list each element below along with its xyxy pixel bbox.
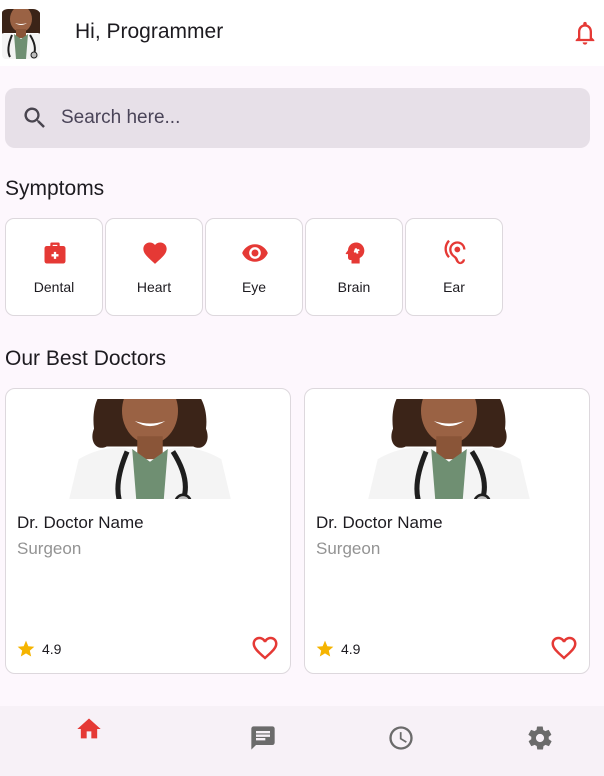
doctor-photo — [365, 399, 533, 499]
symptom-eye[interactable]: Eye — [205, 218, 303, 316]
star-icon — [17, 640, 35, 657]
symptom-brain[interactable]: Brain — [305, 218, 403, 316]
star-icon — [316, 640, 334, 657]
favorite-heart-outline-icon[interactable] — [250, 633, 280, 663]
doctor-name: Dr. Doctor Name — [17, 513, 144, 532]
symptom-label: Brain — [337, 279, 371, 295]
doctor-rating: 4.9 — [42, 641, 62, 657]
chat-icon — [251, 726, 275, 750]
heart-icon — [143, 242, 167, 264]
doctor-photo-icon — [66, 399, 234, 499]
nav-history[interactable] — [361, 706, 441, 776]
symptom-label: Heart — [136, 279, 172, 295]
doctor-card[interactable]: Dr. Doctor Name Surgeon 4.9 — [5, 388, 291, 674]
doctor-rating: 4.9 — [341, 641, 361, 657]
nav-settings[interactable] — [500, 706, 580, 776]
doctor-avatar-icon — [2, 9, 40, 59]
doctor-photo — [66, 399, 234, 499]
search-icon — [24, 107, 45, 128]
doctor-specialty: Surgeon — [17, 539, 82, 558]
symptom-ear[interactable]: Ear — [405, 218, 503, 316]
symptom-dental[interactable]: Dental — [5, 218, 103, 316]
doctor-specialty: Surgeon — [316, 539, 381, 558]
medical-kit-icon — [44, 242, 66, 264]
favorite-heart-outline-icon[interactable] — [549, 633, 579, 663]
symptom-heart[interactable]: Heart — [105, 218, 203, 316]
settings-gear-icon — [528, 726, 552, 750]
symptoms-list: Dental Heart Eye Brain Ear — [5, 218, 505, 316]
eye-icon — [242, 244, 268, 262]
symptom-label: Dental — [33, 279, 75, 295]
bottom-navigation — [0, 706, 604, 776]
greeting-text: Hi, Programmer — [75, 20, 224, 43]
brain-icon — [345, 242, 365, 264]
symptom-label: Ear — [443, 279, 465, 295]
app-bar: Hi, Programmer — [0, 0, 604, 66]
bell-icon[interactable] — [571, 19, 599, 47]
search-bar[interactable] — [5, 88, 590, 148]
symptoms-title: Symptoms — [5, 177, 105, 200]
doctor-name: Dr. Doctor Name — [316, 513, 443, 532]
symptom-label: Eye — [241, 279, 267, 295]
ear-icon — [444, 239, 466, 265]
doctor-photo-icon — [365, 399, 533, 499]
nav-home[interactable] — [49, 706, 129, 776]
doctor-card[interactable]: Dr. Doctor Name Surgeon 4.9 — [304, 388, 590, 674]
search-input[interactable] — [59, 106, 543, 130]
home-icon — [77, 718, 101, 739]
doctors-title: Our Best Doctors — [5, 347, 167, 370]
avatar[interactable] — [2, 9, 40, 59]
nav-chat[interactable] — [223, 706, 303, 776]
history-clock-icon — [389, 726, 413, 750]
